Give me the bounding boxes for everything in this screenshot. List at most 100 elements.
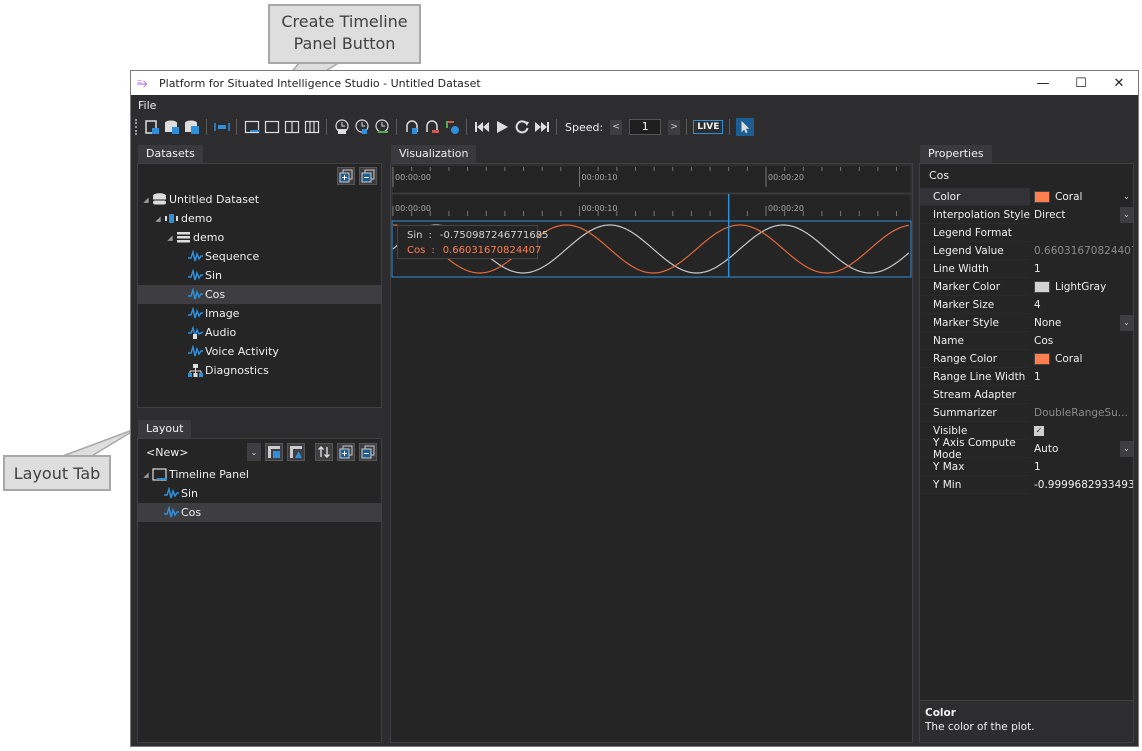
chevron-down-icon[interactable]: ⌄ <box>1120 189 1133 205</box>
zoom-to-selection-icon[interactable] <box>213 119 230 136</box>
chevron-down-icon[interactable]: ⌄ <box>1120 441 1133 457</box>
expand-arrow-icon[interactable]: ◢ <box>141 196 151 204</box>
speed-decrease-button[interactable]: < <box>610 120 622 135</box>
go-to-start-icon[interactable] <box>473 119 490 136</box>
tree-item[interactable]: Sequence <box>138 247 381 266</box>
property-value[interactable]: 1 <box>1030 458 1133 476</box>
property-value-text: Auto <box>1034 443 1058 455</box>
minimize-button[interactable]: — <box>1024 71 1062 95</box>
layout-expand-all-button[interactable] <box>337 443 355 461</box>
clear-selection-icon[interactable] <box>443 119 460 136</box>
property-value[interactable]: 1 <box>1030 260 1133 278</box>
property-row[interactable]: NameCos <box>920 332 1133 350</box>
tree-item[interactable]: Sin <box>138 484 381 503</box>
timing-relative-to-selection-icon[interactable] <box>373 119 390 136</box>
property-value[interactable]: ✓ <box>1030 422 1133 440</box>
create-3-cell-panel-icon[interactable] <box>303 119 320 136</box>
tree-item[interactable]: Cos <box>138 503 381 522</box>
tree-item[interactable]: Diagnostics <box>138 361 381 380</box>
tree-item[interactable]: Image <box>138 304 381 323</box>
tree-item-label: Diagnostics <box>205 364 269 377</box>
layout-selector[interactable]: <New> <box>146 446 243 459</box>
expand-all-button[interactable] <box>337 167 355 185</box>
speed-increase-button[interactable]: > <box>668 120 680 135</box>
save-dataset-icon[interactable] <box>183 119 200 136</box>
tab-visualization[interactable]: Visualization <box>391 145 476 163</box>
property-value[interactable]: 1 <box>1030 368 1133 386</box>
expand-arrow-icon[interactable]: ◢ <box>141 471 151 479</box>
open-store-icon[interactable] <box>143 119 160 136</box>
property-value[interactable] <box>1030 224 1133 242</box>
property-row[interactable]: Marker ColorLightGray <box>920 278 1133 296</box>
property-value[interactable]: Coral <box>1030 350 1133 368</box>
property-value[interactable]: 0.66031670824407 <box>1030 242 1133 260</box>
save-layout-as-button[interactable] <box>287 443 305 461</box>
property-row[interactable]: SummarizerDoubleRangeSu... <box>920 404 1133 422</box>
expand-arrow-icon[interactable]: ◢ <box>165 234 175 242</box>
live-button[interactable]: LIVE <box>693 120 723 134</box>
menu-file[interactable]: File <box>138 99 156 112</box>
loop-icon[interactable] <box>513 119 530 136</box>
layout-collapse-all-button[interactable] <box>359 443 377 461</box>
property-row[interactable]: Legend Format <box>920 224 1133 242</box>
property-row[interactable]: Marker Size4 <box>920 296 1133 314</box>
property-value[interactable]: Cos <box>1030 332 1133 350</box>
property-row[interactable]: Y Max1 <box>920 458 1133 476</box>
save-layout-button[interactable] <box>265 443 283 461</box>
property-value[interactable]: Coral⌄ <box>1030 188 1133 206</box>
property-value[interactable]: LightGray <box>1030 278 1133 296</box>
set-selection-start-icon[interactable] <box>403 119 420 136</box>
tree-item[interactable]: ◢demo <box>138 209 381 228</box>
property-value[interactable]: Direct⌄ <box>1030 206 1133 224</box>
tree-item[interactable]: ◢Untitled Dataset <box>138 190 381 209</box>
property-value[interactable]: DoubleRangeSu... <box>1030 404 1133 422</box>
expand-arrow-icon[interactable]: ◢ <box>153 215 163 223</box>
layout-dropdown-button[interactable]: ⌄ <box>247 443 261 461</box>
tree-item[interactable]: ◢demo <box>138 228 381 247</box>
tree-item[interactable]: Voice Activity <box>138 342 381 361</box>
tab-datasets[interactable]: Datasets <box>138 145 203 163</box>
cursor-mode-button[interactable] <box>736 118 754 136</box>
property-row[interactable]: Marker StyleNone⌄ <box>920 314 1133 332</box>
play-icon[interactable] <box>493 119 510 136</box>
property-value[interactable] <box>1030 386 1133 404</box>
property-value[interactable]: None⌄ <box>1030 314 1133 332</box>
collapse-all-button[interactable] <box>359 167 377 185</box>
tree-item[interactable]: Sin <box>138 266 381 285</box>
tree-item[interactable]: Cos <box>138 285 381 304</box>
tab-layout[interactable]: Layout <box>138 420 191 438</box>
property-row[interactable]: Line Width1 <box>920 260 1133 278</box>
tab-properties[interactable]: Properties <box>920 145 992 163</box>
set-selection-end-icon[interactable] <box>423 119 440 136</box>
create-2-cell-panel-icon[interactable] <box>283 119 300 136</box>
absolute-timing-icon[interactable] <box>333 119 350 136</box>
property-row[interactable]: Range ColorCoral <box>920 350 1133 368</box>
visible-checkbox[interactable]: ✓ <box>1034 426 1044 436</box>
property-row[interactable]: Stream Adapter <box>920 386 1133 404</box>
timing-relative-to-session-icon[interactable] <box>353 119 370 136</box>
tree-item-label: Timeline Panel <box>169 468 249 481</box>
create-timeline-panel-icon[interactable] <box>243 119 260 136</box>
chevron-down-icon[interactable]: ⌄ <box>1120 315 1133 331</box>
property-value[interactable]: Auto ⌄ <box>1030 440 1133 458</box>
property-row[interactable]: Y Min-0.9999682933493 <box>920 476 1133 494</box>
maximize-button[interactable]: ☐ <box>1062 71 1100 95</box>
property-value[interactable]: -0.9999682933493 <box>1030 476 1133 494</box>
chevron-down-icon[interactable]: ⌄ <box>1120 207 1133 223</box>
speed-input[interactable]: 1 <box>629 119 661 135</box>
tree-item[interactable]: Audio <box>138 323 381 342</box>
tree-item[interactable]: ◢ Timeline Panel <box>138 465 381 484</box>
property-row[interactable]: Y Axis Compute ModeAuto⌄ <box>920 440 1133 458</box>
property-value[interactable]: 4 <box>1030 296 1133 314</box>
toolbar-separator <box>686 119 687 135</box>
reorder-button[interactable] <box>315 443 333 461</box>
open-dataset-icon[interactable] <box>163 119 180 136</box>
property-row[interactable]: Range Line Width1 <box>920 368 1133 386</box>
create-1-cell-panel-icon[interactable] <box>263 119 280 136</box>
property-row[interactable]: ColorCoral⌄ <box>920 188 1133 206</box>
go-to-end-icon[interactable] <box>533 119 550 136</box>
property-row[interactable]: Interpolation StyleDirect⌄ <box>920 206 1133 224</box>
property-row[interactable]: Legend Value0.66031670824407 <box>920 242 1133 260</box>
toolbar-grip[interactable] <box>135 119 138 135</box>
close-button[interactable]: ✕ <box>1100 71 1138 95</box>
